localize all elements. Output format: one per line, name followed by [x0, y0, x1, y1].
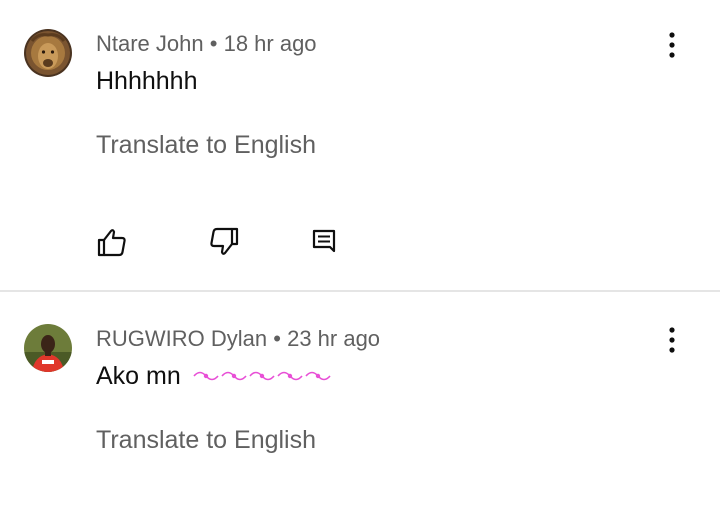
- comment-time: 23 hr ago: [287, 326, 381, 351]
- comment-text-row: Ako mn: [96, 362, 332, 392]
- comment-text: Ako mn: [96, 362, 181, 390]
- dislike-button[interactable]: [206, 224, 242, 260]
- reply-icon: [312, 229, 336, 253]
- dislike-icon: [210, 227, 239, 255]
- person-avatar-icon: [24, 324, 72, 372]
- comment-meta: Ntare John • 18 hr ago: [96, 31, 317, 57]
- reply-button[interactable]: [306, 224, 342, 260]
- comment-text: Hhhhhhh: [96, 67, 198, 95]
- more-vert-icon: [669, 32, 675, 58]
- author-name[interactable]: RUGWIRO Dylan: [96, 326, 267, 351]
- comment-meta: RUGWIRO Dylan • 23 hr ago: [96, 326, 380, 352]
- author-avatar[interactable]: [24, 324, 72, 372]
- meta-separator: •: [273, 326, 281, 351]
- more-options-button[interactable]: [656, 25, 688, 65]
- like-button[interactable]: [94, 224, 130, 260]
- more-vert-icon: [669, 327, 675, 353]
- lion-avatar-icon: [24, 29, 72, 77]
- author-name[interactable]: Ntare John: [96, 31, 204, 56]
- more-options-button[interactable]: [656, 320, 688, 360]
- heart-ribbon-emoji-icon: [192, 363, 332, 392]
- meta-separator: •: [209, 31, 218, 56]
- comment-item: Ntare John • 18 hr ago Hhhhhhh Translate…: [0, 0, 720, 290]
- comment-item: RUGWIRO Dylan • 23 hr ago Ako mn Transla…: [0, 292, 720, 511]
- translate-button[interactable]: Translate to English: [96, 131, 316, 160]
- like-icon: [97, 229, 126, 257]
- translate-button[interactable]: Translate to English: [96, 426, 316, 455]
- author-avatar[interactable]: [24, 29, 72, 77]
- comment-time: 18 hr ago: [223, 31, 317, 56]
